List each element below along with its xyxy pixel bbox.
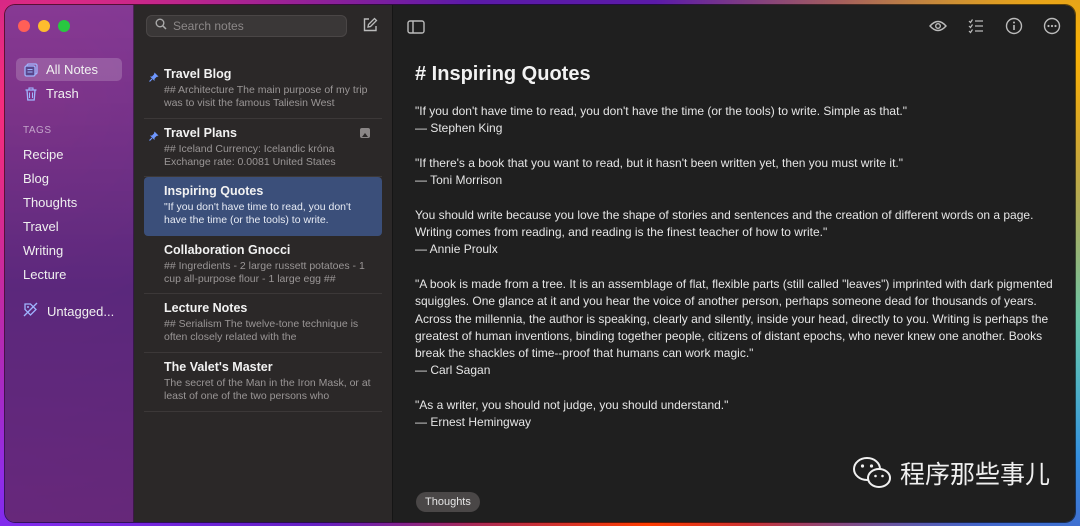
note-title: Travel Blog [164, 67, 232, 81]
sidebar-nav: All Notes Trash [16, 58, 122, 106]
editor-pane: # Inspiring Quotes "If you don't have ti… [393, 5, 1075, 522]
pin-icon [149, 128, 159, 141]
sidebar-item-all-notes[interactable]: All Notes [16, 58, 122, 81]
eye-icon[interactable] [929, 17, 947, 35]
note-item[interactable]: The Valet's Master The secret of the Man… [144, 353, 382, 412]
tag-item-writing[interactable]: Writing [23, 238, 77, 262]
quote-text: "A book is made from a tree. It is an as… [415, 276, 1053, 361]
quote-author: — Annie Proulx [415, 242, 498, 257]
note-item[interactable]: Collaboration Gnocci ## Ingredients - 2 … [144, 236, 382, 295]
window-controls [18, 20, 70, 32]
note-heading: # Inspiring Quotes [415, 63, 591, 85]
sidebar-item-label: All Notes [46, 62, 99, 77]
untagged-label: Untagged... [47, 303, 115, 319]
editor-toolbar [929, 17, 1061, 35]
quote-author: — Ernest Hemingway [415, 415, 532, 430]
tag-item-recipe[interactable]: Recipe [23, 142, 77, 166]
untagged-icon [23, 302, 38, 320]
note-item-selected[interactable]: Inspiring Quotes "If you don't have time… [144, 177, 382, 236]
search-icon [155, 17, 167, 35]
info-icon[interactable] [1005, 17, 1023, 35]
more-icon[interactable] [1043, 17, 1061, 35]
wechat-icon [852, 457, 891, 488]
upload-badge-icon [360, 127, 370, 138]
quote-author: — Toni Morrison [415, 173, 503, 188]
note-snippet: The secret of the Man in the Iron Mask, … [164, 376, 371, 402]
note-snippet: "If you don't have time to read, you don… [164, 201, 351, 227]
trash-icon [24, 86, 38, 101]
sidebar-toggle-icon [407, 20, 425, 34]
note-item[interactable]: Travel Plans ## Iceland Currency: Icelan… [144, 119, 382, 178]
quote-paragraph: "If there's a book that you want to read… [415, 155, 1055, 190]
minimize-button[interactable] [38, 20, 50, 32]
note-item[interactable]: Travel Blog ## Architecture The main pur… [144, 60, 382, 119]
tags-header: TAGS [23, 125, 52, 136]
note-item[interactable]: Lecture Notes ## Serialism The twelve-to… [144, 294, 382, 353]
new-note-button[interactable] [362, 17, 378, 33]
note-snippet: ## Architecture The main purpose of my t… [164, 84, 368, 109]
notes-icon [24, 62, 38, 77]
sidebar-item-untagged[interactable]: Untagged... [23, 302, 114, 320]
close-button[interactable] [18, 20, 30, 32]
quote-author: — Carl Sagan [415, 363, 491, 378]
tag-item-travel[interactable]: Travel [23, 214, 77, 238]
tag-list: Recipe Blog Thoughts Travel Writing Lect… [23, 142, 77, 286]
zoom-button[interactable] [58, 20, 70, 32]
quote-text: "If there's a book that you want to read… [415, 155, 904, 170]
note-snippet: ## Iceland Currency: Icelandic króna Exc… [164, 142, 336, 168]
note-snippet: ## Ingredients - 2 large russett potatoe… [164, 259, 365, 285]
app-window: All Notes Trash TAGS Recipe Blog Thought… [5, 5, 1075, 522]
quote-text: "If you don't have time to read, you don… [415, 104, 908, 118]
tag-item-thoughts[interactable]: Thoughts [23, 190, 77, 214]
sidebar-item-trash[interactable]: Trash [16, 82, 122, 105]
note-title: Collaboration Gnocci [164, 242, 291, 257]
sidebar-toggle-button[interactable] [407, 20, 425, 34]
tag-item-blog[interactable]: Blog [23, 166, 77, 190]
note-snippet: ## Serialism The twelve-tone technique i… [164, 318, 359, 344]
sidebar-item-label: Trash [46, 86, 79, 101]
checklist-icon[interactable] [967, 17, 985, 35]
notes-pane: Travel Blog ## Architecture The main pur… [134, 5, 393, 522]
note-tag-chip[interactable]: Thoughts [416, 492, 480, 512]
note-title: Lecture Notes [164, 301, 248, 316]
note-title: Inspiring Quotes [164, 184, 264, 199]
compose-icon [363, 17, 378, 32]
quote-paragraph: "As a writer, you should not judge, you … [415, 397, 1055, 432]
note-title: The Valet's Master [164, 359, 273, 374]
note-list: Travel Blog ## Architecture The main pur… [144, 60, 382, 412]
quote-paragraph: You should write because you love the sh… [415, 207, 1055, 259]
search-input[interactable] [173, 19, 343, 33]
quote-paragraph: "A book is made from a tree. It is an as… [415, 276, 1055, 380]
tag-item-lecture[interactable]: Lecture [23, 262, 77, 286]
search-field[interactable] [146, 15, 347, 37]
quote-paragraph: "If you don't have time to read, you don… [415, 103, 1055, 138]
watermark-text: 程序那些事儿 [899, 460, 1050, 489]
pin-icon [149, 69, 159, 82]
note-document[interactable]: # Inspiring Quotes "If you don't have ti… [415, 63, 1055, 449]
quote-text: You should write because you love the sh… [415, 207, 1034, 240]
note-title: Travel Plans [164, 125, 237, 140]
quote-text: "As a writer, you should not judge, you … [415, 398, 729, 413]
watermark: 程序那些事儿 [852, 455, 1050, 491]
quote-author: — Stephen King [415, 121, 503, 136]
sidebar: All Notes Trash TAGS Recipe Blog Thought… [5, 5, 134, 522]
